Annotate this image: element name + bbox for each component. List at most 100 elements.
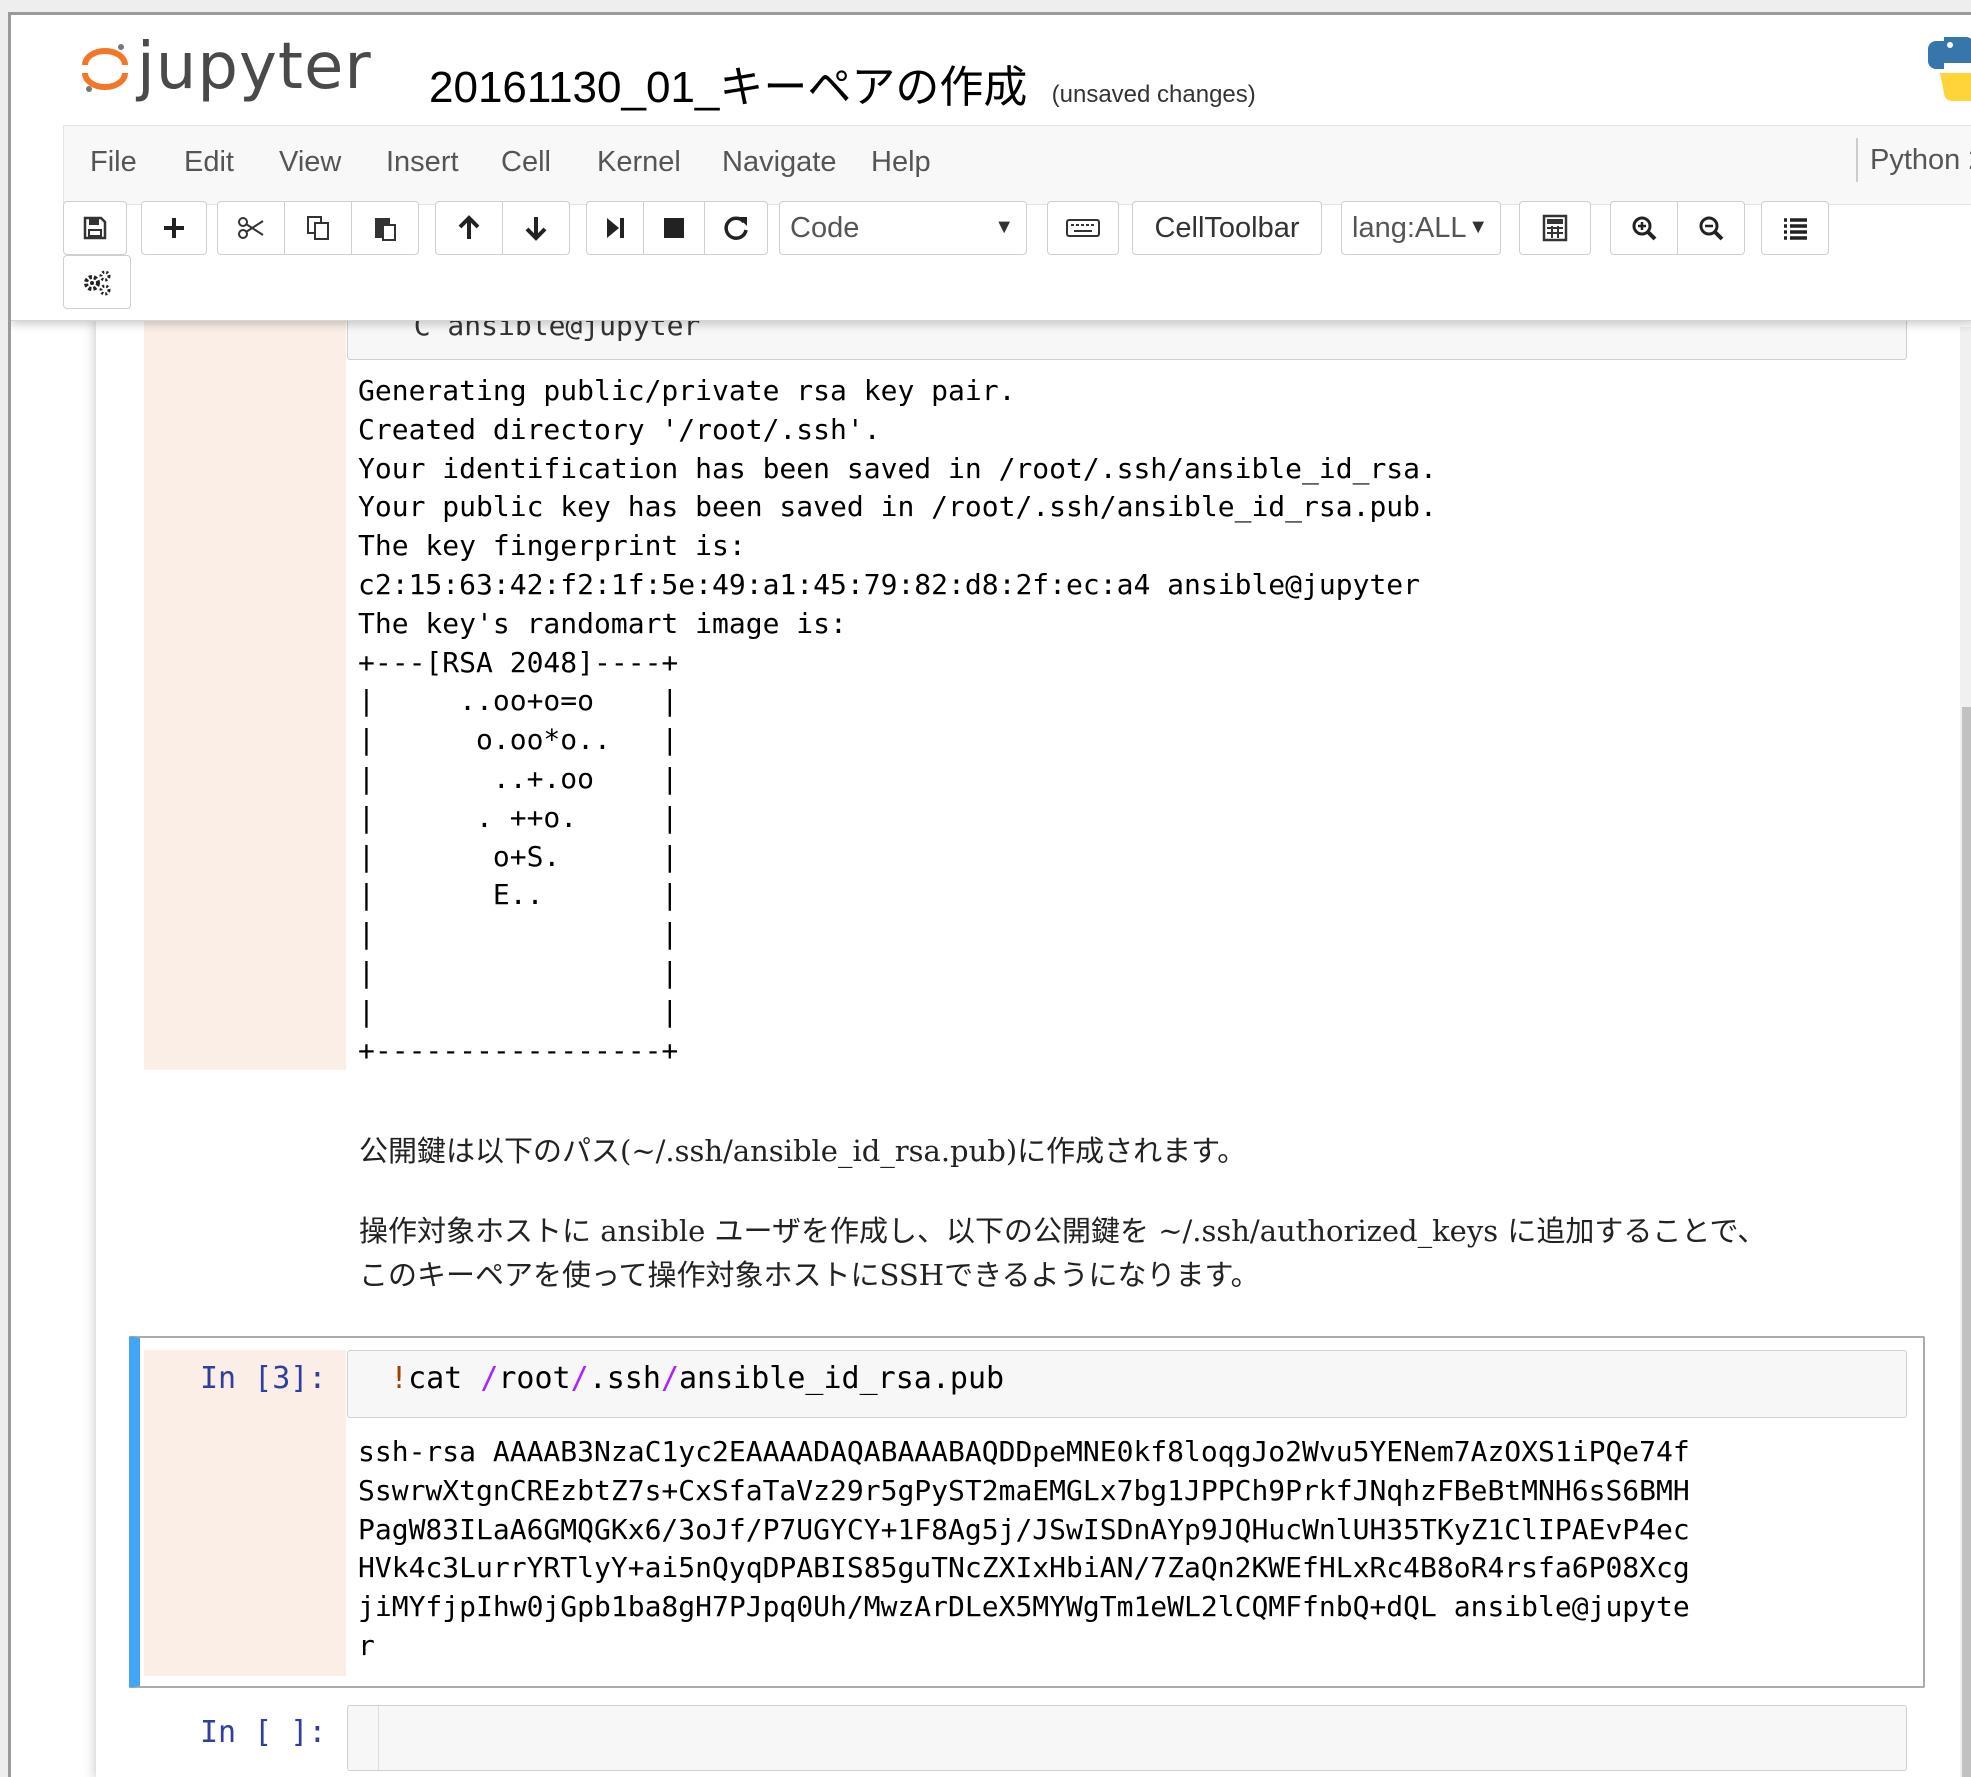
path-sep: / [660,1361,679,1396]
notebook-container: C ansible@jupyter Generating public/priv… [96,320,1971,1777]
code-input-partial[interactable]: C ansible@jupyter [347,320,1907,360]
celltoolbar-button[interactable]: CellToolbar [1132,201,1322,255]
markdown-paragraph-1: 公開鍵は以下のパス(~/.ssh/ansible_id_rsa.pub)に作成さ… [359,1134,1247,1168]
zoom-out-icon [1699,216,1724,241]
keyboard-icon [1066,219,1100,237]
output-line: Your public key has been saved in /root/… [358,490,1437,524]
output-line: +-----------------+ [358,1033,679,1067]
path-ssh: .ssh [588,1361,661,1396]
zoom-out-button[interactable] [1677,201,1745,255]
cell3-code-text: !cat /root/.ssh/ansible_id_rsa.pub [390,1361,1004,1396]
output-line: | | [358,955,679,989]
step-forward-icon [607,218,624,238]
table-button[interactable] [1519,201,1591,255]
code-input-partial-text: C ansible@jupyter [380,320,735,342]
notebook-window: jupyter 20161130_01_キーペアの作成 (unsaved cha… [8,12,1971,1777]
jupyter-logo[interactable]: jupyter [81,27,372,107]
menu-view[interactable]: View [279,146,341,179]
run-button[interactable] [586,201,644,255]
cell3-code-input[interactable]: !cat /root/.ssh/ansible_id_rsa.pub [347,1350,1907,1418]
nbextensions-config-button[interactable] [63,255,131,309]
refresh-icon [724,216,748,240]
empty-cell-prompt: In [ ]: [200,1715,327,1750]
notebook-title[interactable]: 20161130_01_キーペアの作成 (unsaved changes) [429,51,1256,115]
output-line: Generating public/private rsa key pair. [358,374,1016,407]
python-logo-icon [1926,33,1971,108]
save-icon [83,216,107,240]
markdown-paragraph-2-line-2: このキーペアを使って操作対象ホストにSSHできるようになります。 [359,1258,1260,1292]
markdown-paragraph-2-line-1: 操作対象ホストに ansible ユーザを作成し、以下の公開鍵を ~/.ssh/… [359,1214,1767,1248]
menu-cell[interactable]: Cell [501,146,551,179]
keygen-output: Generating public/private rsa key pair. C… [358,372,1437,1070]
output-line: ssh-rsa AAAAB3NzaC1yc2EAAAADAQABAAABAQDD… [358,1435,1690,1468]
scrollbar-thumb[interactable] [1962,707,1971,1777]
move-down-button[interactable] [502,201,570,255]
save-button[interactable] [63,201,127,255]
menu-edit[interactable]: Edit [184,146,234,179]
output-line: +---[RSA 2048]----+ [358,645,679,679]
autosave-status: (unsaved changes) [1051,81,1256,108]
menu-insert[interactable]: Insert [386,146,459,179]
menu-kernel[interactable]: Kernel [597,146,681,179]
cell3-prompt-area [144,1350,346,1676]
chevron-down-icon: ▼ [994,216,1014,238]
command-palette-button[interactable] [1047,201,1119,255]
output-line: PagW83ILaA6GMQGKx6/3oJf/P7UGYCY+1F8Ag5j/… [358,1512,1690,1546]
restart-button[interactable] [704,201,768,255]
paste-icon [375,218,396,241]
lang-select[interactable]: lang:ALL ▼ [1341,201,1501,255]
interrupt-button[interactable] [643,201,705,255]
scissors-icon [238,217,264,239]
move-up-button[interactable] [435,201,503,255]
gears-icon [84,270,111,296]
output-line: | o.oo*o.. | [358,723,679,757]
cmd-cat: cat [408,1361,481,1396]
calculator-icon [1542,214,1568,242]
output-line: r [358,1628,375,1662]
path-sep: / [480,1361,499,1396]
gutter-line [378,1706,379,1770]
input-prompt: In [3]: [200,1361,327,1396]
output-line: HVk4c3LurrYRTlyY+ai5nQyqDPABIS85guTNcZXI… [358,1551,1690,1585]
cell-type-value: Code [790,211,860,244]
menu-file[interactable]: File [90,146,137,179]
output-line: | ..+.oo | [358,761,679,795]
zoom-in-icon [1632,216,1657,241]
zoom-in-button[interactable] [1610,201,1678,255]
output-line: SswrwXtgnCREzbtZ7s+CxSfaTaVz29r5gPyST2ma… [358,1473,1690,1507]
copy-button[interactable] [284,201,352,255]
output-line: | o+S. | [358,839,679,873]
empty-code-input[interactable] [347,1705,1907,1771]
output-line: | E.. | [358,878,679,912]
path-sep: / [570,1361,589,1396]
output-prompt-area [144,320,346,1070]
output-line: The key's randomart image is: [358,606,847,640]
menu-navigate[interactable]: Navigate [722,146,836,179]
shell-bang: ! [390,1361,409,1396]
output-line: Your identification has been saved in /r… [358,451,1437,485]
kernel-separator [1856,138,1858,182]
list-icon [1784,218,1807,240]
header: jupyter 20161130_01_キーペアの作成 (unsaved cha… [11,15,1971,321]
toc-button[interactable] [1761,201,1829,255]
output-line: | ..oo+o=o | [358,684,679,718]
menu-help[interactable]: Help [871,146,931,179]
output-line: Created directory '/root/.ssh'. [358,412,881,446]
arrow-up-icon [458,215,480,239]
arrow-down-icon [525,217,547,241]
page-scrollbar[interactable] [1960,327,1971,1777]
chevron-down-icon: ▼ [1468,216,1488,238]
output-line: | | [358,917,679,951]
cell3-output: ssh-rsa AAAAB3NzaC1yc2EAAAADAQABAAABAQDD… [358,1433,1690,1666]
output-line: | | [358,994,679,1028]
path-file: ansible_id_rsa.pub [679,1361,1005,1396]
notebook-name[interactable]: 20161130_01_キーペアの作成 [429,63,1027,112]
cell-type-select[interactable]: Code ▼ [779,201,1027,255]
paste-button[interactable] [351,201,419,255]
lang-select-value: lang:ALL [1352,211,1467,244]
kernel-name: Python 2 [1870,144,1971,176]
menu-bar: File Edit View Insert Cell Kernel Naviga… [63,125,1971,205]
path-root: root [498,1361,571,1396]
cut-button[interactable] [217,201,285,255]
insert-cell-button[interactable] [141,201,207,255]
